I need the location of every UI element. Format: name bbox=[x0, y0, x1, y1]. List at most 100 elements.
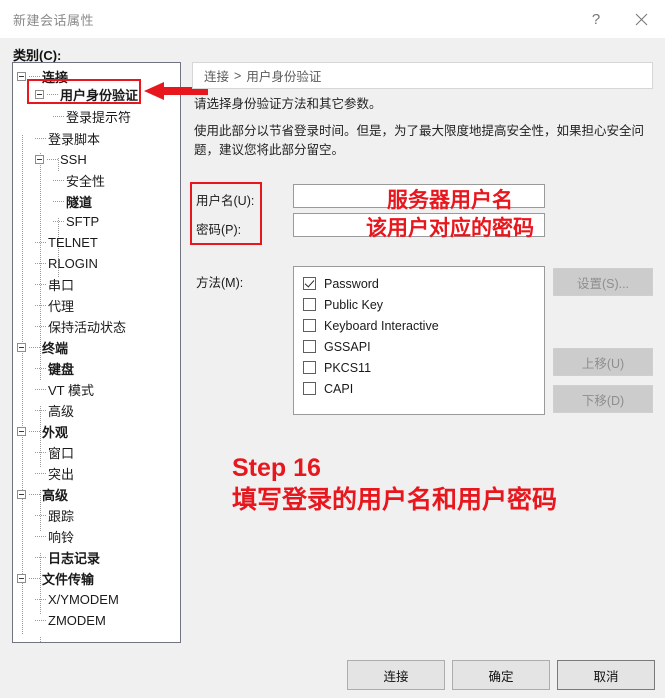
move-down-button-label: 下移(D) bbox=[581, 393, 625, 408]
tree-item[interactable]: 终端 bbox=[17, 337, 68, 358]
method-row[interactable]: Public Key bbox=[303, 294, 544, 315]
tree-item[interactable]: 突出 bbox=[35, 463, 74, 484]
breadcrumb: 连接 > 用户身份验证 bbox=[192, 62, 653, 89]
tree-connector-line bbox=[29, 494, 40, 495]
tree-item[interactable]: SFTP bbox=[53, 211, 99, 232]
tree-connector-line bbox=[29, 76, 40, 77]
tree-connector-line bbox=[35, 242, 46, 243]
method-label-text: Password bbox=[324, 276, 379, 291]
tree-item[interactable]: 外观 bbox=[17, 421, 68, 442]
tree-item[interactable]: 文件传输 bbox=[17, 568, 94, 589]
password-annotation: 该用户对应的密码 bbox=[366, 217, 534, 240]
tree-item[interactable]: X/YMODEM bbox=[35, 589, 119, 610]
tree-item[interactable]: 保持活动状态 bbox=[35, 316, 126, 337]
method-label: 方法(M): bbox=[196, 276, 244, 290]
connect-button[interactable]: 连接 bbox=[347, 660, 445, 690]
tree-item-label: 隧道 bbox=[66, 195, 93, 210]
method-label-text: Public Key bbox=[324, 297, 384, 312]
tree-item-label: 代理 bbox=[48, 299, 75, 314]
checkbox-checked-icon[interactable] bbox=[303, 277, 316, 290]
tree-item[interactable]: ZMODEM bbox=[35, 610, 106, 631]
move-up-button[interactable]: 上移(U) bbox=[553, 348, 653, 376]
tree-item[interactable]: 跟踪 bbox=[35, 505, 74, 526]
tree-connector-line bbox=[29, 578, 40, 579]
tree-item[interactable]: 登录提示符 bbox=[53, 106, 131, 127]
ok-button[interactable]: 确定 bbox=[452, 660, 550, 690]
tree-item[interactable]: SSH bbox=[35, 149, 87, 170]
tree-item-label: 外观 bbox=[42, 425, 69, 440]
tree-item[interactable]: TELNET bbox=[35, 232, 98, 253]
tree-item-label: 突出 bbox=[48, 467, 75, 482]
close-button[interactable] bbox=[619, 0, 663, 38]
step-annotation-text: 填写登录的用户名和用户密码 bbox=[232, 486, 558, 514]
tree-item[interactable]: RLOGIN bbox=[35, 253, 98, 274]
method-row[interactable]: CAPI bbox=[303, 378, 544, 399]
description-line-1: 请选择身份验证方法和其它参数。 bbox=[194, 97, 382, 111]
tree-item-label: 键盘 bbox=[48, 362, 75, 377]
settings-button-label: 设置(S)... bbox=[576, 276, 630, 291]
tree-connector-line bbox=[35, 263, 46, 264]
tree-item-label: TELNET bbox=[48, 235, 98, 250]
tree-item[interactable]: 窗口 bbox=[35, 442, 74, 463]
tree-item[interactable]: VT 模式 bbox=[35, 379, 94, 400]
tree-connector-line bbox=[47, 159, 58, 160]
move-up-button-label: 上移(U) bbox=[581, 356, 625, 371]
tree-item-label: 登录脚本 bbox=[48, 132, 101, 147]
tree-item[interactable]: 高级 bbox=[17, 484, 68, 505]
breadcrumb-current: 用户身份验证 bbox=[246, 70, 322, 84]
tree-connector-line bbox=[35, 389, 46, 390]
username-annotation: 服务器用户名 bbox=[387, 189, 513, 212]
checkbox-icon[interactable] bbox=[303, 298, 316, 311]
tree-item-label: X/YMODEM bbox=[48, 592, 119, 607]
step-annotation: Step 16 填写登录的用户名和用户密码 bbox=[232, 452, 557, 516]
checkbox-icon[interactable] bbox=[303, 319, 316, 332]
tree-connector-line bbox=[35, 473, 46, 474]
tree-item[interactable]: 登录脚本 bbox=[35, 128, 100, 149]
cancel-button[interactable]: 取消 bbox=[557, 660, 655, 690]
method-list[interactable]: Password Public Key Keyboard Interactive GS… bbox=[293, 266, 545, 415]
method-row[interactable]: Password bbox=[303, 273, 544, 294]
tree-connector-line bbox=[35, 599, 46, 600]
checkbox-icon[interactable] bbox=[303, 361, 316, 374]
tree-item-label: 跟踪 bbox=[48, 509, 75, 524]
tree-collapse-icon[interactable] bbox=[17, 427, 26, 436]
tree-item[interactable]: 隧道 bbox=[53, 191, 92, 212]
tree-collapse-icon[interactable] bbox=[17, 574, 26, 583]
method-row[interactable]: PKCS11 bbox=[303, 357, 544, 378]
tree-item[interactable]: 安全性 bbox=[53, 170, 105, 191]
move-down-button[interactable]: 下移(D) bbox=[553, 385, 653, 413]
tree-connector-line bbox=[35, 368, 46, 369]
title-bar: 新建会话属性 ? bbox=[0, 0, 665, 38]
tree-connector-line bbox=[35, 410, 46, 411]
window-title: 新建会话属性 bbox=[13, 13, 95, 28]
help-button[interactable]: ? bbox=[574, 0, 618, 38]
category-tree[interactable]: 连接 用户身份验证 登录提示符 登录脚本 SSH 安全性 隧道 SFTP TELNET RLOGI… bbox=[12, 62, 181, 643]
connect-button-label: 连接 bbox=[383, 669, 409, 684]
tree-item-label: 高级 bbox=[42, 488, 69, 503]
tree-item-label: 串口 bbox=[48, 278, 75, 293]
tree-item[interactable]: 键盘 bbox=[35, 358, 74, 379]
tree-connector-line bbox=[35, 326, 46, 327]
tree-item[interactable]: 高级 bbox=[35, 400, 74, 421]
method-row[interactable]: Keyboard Interactive bbox=[303, 315, 544, 336]
tree-item[interactable]: 代理 bbox=[35, 295, 74, 316]
tree-item-label: 窗口 bbox=[48, 446, 75, 461]
tree-collapse-icon[interactable] bbox=[17, 343, 26, 352]
tree-item[interactable]: 串口 bbox=[35, 274, 74, 295]
tree-collapse-icon[interactable] bbox=[17, 490, 26, 499]
settings-button[interactable]: 设置(S)... bbox=[553, 268, 653, 296]
tree-item[interactable]: 响铃 bbox=[35, 526, 74, 547]
breadcrumb-root[interactable]: 连接 bbox=[204, 66, 229, 85]
tree-guide-level1e bbox=[40, 637, 41, 642]
tree-connector-line bbox=[53, 180, 64, 181]
tree-collapse-icon[interactable] bbox=[35, 155, 44, 164]
tree-item[interactable]: 日志记录 bbox=[35, 547, 100, 568]
tree-item-label: ZMODEM bbox=[48, 613, 106, 628]
credentials-highlight-box bbox=[190, 182, 262, 245]
checkbox-icon[interactable] bbox=[303, 382, 316, 395]
checkbox-icon[interactable] bbox=[303, 340, 316, 353]
breadcrumb-separator: > bbox=[234, 68, 242, 83]
method-row[interactable]: GSSAPI bbox=[303, 336, 544, 357]
step-annotation-title: Step 16 bbox=[232, 454, 321, 482]
tree-collapse-icon[interactable] bbox=[17, 72, 26, 81]
